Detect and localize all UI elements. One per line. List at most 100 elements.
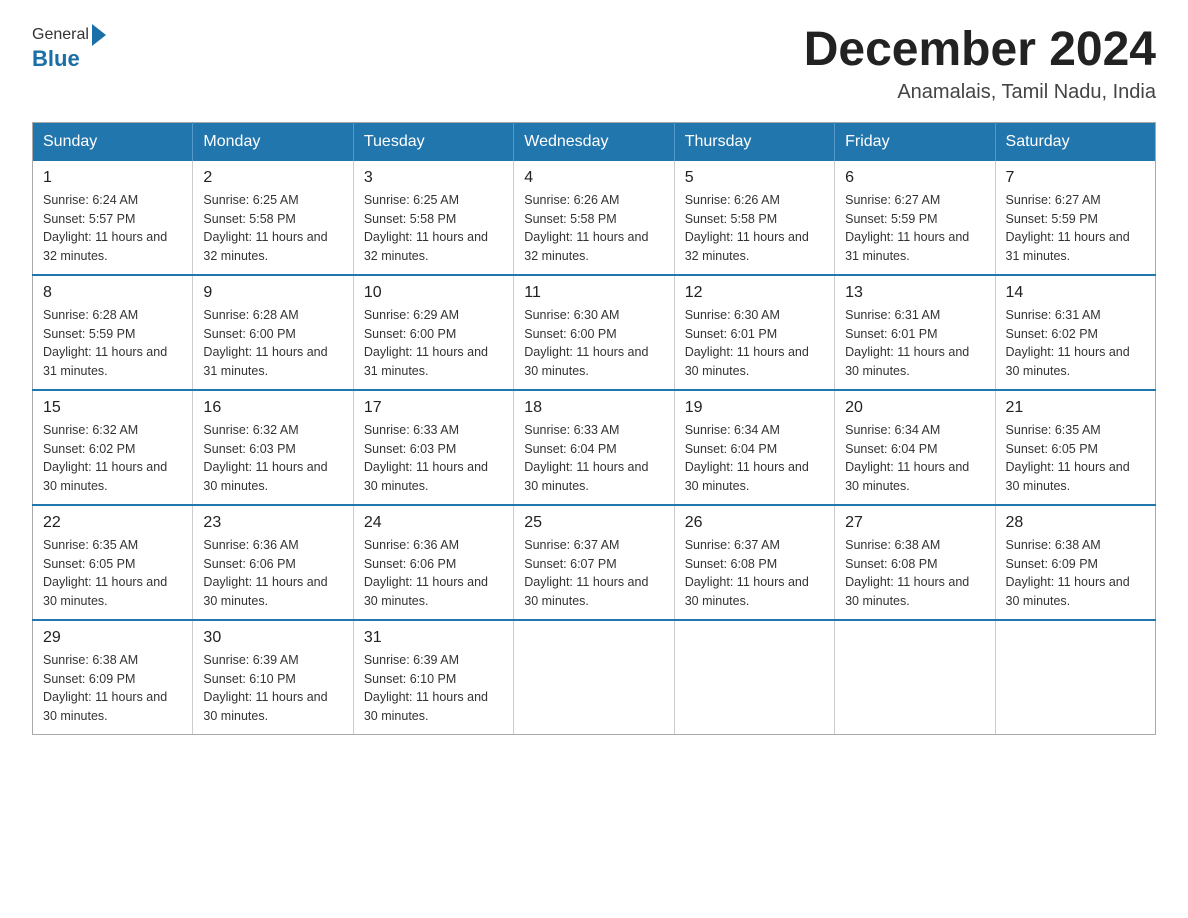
day-info: Sunrise: 6:25 AMSunset: 5:58 PMDaylight:… <box>203 191 342 266</box>
col-header-wednesday: Wednesday <box>514 122 674 161</box>
day-number: 1 <box>43 169 182 187</box>
day-number: 2 <box>203 169 342 187</box>
day-info: Sunrise: 6:26 AMSunset: 5:58 PMDaylight:… <box>685 191 824 266</box>
col-header-friday: Friday <box>835 122 995 161</box>
day-number: 20 <box>845 399 984 417</box>
day-info: Sunrise: 6:31 AMSunset: 6:01 PMDaylight:… <box>845 306 984 381</box>
calendar-cell: 2 Sunrise: 6:25 AMSunset: 5:58 PMDaylight… <box>193 161 353 275</box>
page-header: General Blue December 2024 Anamalais, Ta… <box>32 24 1156 104</box>
calendar-cell: 25Sunrise: 6:37 AMSunset: 6:07 PMDayligh… <box>514 505 674 620</box>
day-number: 14 <box>1006 284 1145 302</box>
calendar-cell: 24 Sunrise: 6:36 AMSunset: 6:06 PMDayligh… <box>353 505 513 620</box>
day-info: Sunrise: 6:36 AMSunset: 6:06 PMDaylight:… <box>203 536 342 611</box>
logo-general-text: General <box>32 26 89 44</box>
calendar-week-row: 1Sunrise: 6:24 AMSunset: 5:57 PMDaylight… <box>33 161 1156 275</box>
day-number: 3 <box>364 169 503 187</box>
col-header-tuesday: Tuesday <box>353 122 513 161</box>
calendar-cell: 6Sunrise: 6:27 AMSunset: 5:59 PMDaylight… <box>835 161 995 275</box>
col-header-thursday: Thursday <box>674 122 834 161</box>
calendar-cell <box>995 620 1155 735</box>
calendar-cell: 8 Sunrise: 6:28 AMSunset: 5:59 PMDaylight… <box>33 275 193 390</box>
calendar-cell: 18 Sunrise: 6:33 AMSunset: 6:04 PMDayligh… <box>514 390 674 505</box>
day-number: 15 <box>43 399 182 417</box>
day-info: Sunrise: 6:30 AMSunset: 6:01 PMDaylight:… <box>685 306 824 381</box>
day-number: 30 <box>203 629 342 647</box>
calendar-cell: 26 Sunrise: 6:37 AMSunset: 6:08 PMDayligh… <box>674 505 834 620</box>
calendar-cell: 13 Sunrise: 6:31 AMSunset: 6:01 PMDayligh… <box>835 275 995 390</box>
day-number: 9 <box>203 284 342 302</box>
day-number: 17 <box>364 399 503 417</box>
day-number: 16 <box>203 399 342 417</box>
calendar-cell <box>674 620 834 735</box>
day-info: Sunrise: 6:35 AMSunset: 6:05 PMDaylight:… <box>43 536 182 611</box>
day-info: Sunrise: 6:28 AMSunset: 6:00 PMDaylight:… <box>203 306 342 381</box>
calendar-cell: 14 Sunrise: 6:31 AMSunset: 6:02 PMDayligh… <box>995 275 1155 390</box>
day-number: 19 <box>685 399 824 417</box>
day-number: 8 <box>43 284 182 302</box>
col-header-saturday: Saturday <box>995 122 1155 161</box>
calendar-table: SundayMondayTuesdayWednesdayThursdayFrid… <box>32 122 1156 735</box>
calendar-week-row: 29Sunrise: 6:38 AMSunset: 6:09 PMDayligh… <box>33 620 1156 735</box>
day-number: 26 <box>685 514 824 532</box>
calendar-week-row: 8 Sunrise: 6:28 AMSunset: 5:59 PMDaylight… <box>33 275 1156 390</box>
day-info: Sunrise: 6:30 AMSunset: 6:00 PMDaylight:… <box>524 306 663 381</box>
calendar-cell: 28 Sunrise: 6:38 AMSunset: 6:09 PMDayligh… <box>995 505 1155 620</box>
calendar-cell: 1Sunrise: 6:24 AMSunset: 5:57 PMDaylight… <box>33 161 193 275</box>
calendar-cell: 10 Sunrise: 6:29 AMSunset: 6:00 PMDayligh… <box>353 275 513 390</box>
calendar-cell <box>514 620 674 735</box>
day-number: 18 <box>524 399 663 417</box>
day-info: Sunrise: 6:34 AMSunset: 6:04 PMDaylight:… <box>845 421 984 496</box>
calendar-cell: 11Sunrise: 6:30 AMSunset: 6:00 PMDayligh… <box>514 275 674 390</box>
day-number: 24 <box>364 514 503 532</box>
title-section: December 2024 Anamalais, Tamil Nadu, Ind… <box>804 24 1156 104</box>
day-info: Sunrise: 6:36 AMSunset: 6:06 PMDaylight:… <box>364 536 503 611</box>
day-info: Sunrise: 6:35 AMSunset: 6:05 PMDaylight:… <box>1006 421 1145 496</box>
day-info: Sunrise: 6:33 AMSunset: 6:03 PMDaylight:… <box>364 421 503 496</box>
calendar-cell: 5 Sunrise: 6:26 AMSunset: 5:58 PMDaylight… <box>674 161 834 275</box>
month-title: December 2024 <box>804 24 1156 77</box>
day-number: 7 <box>1006 169 1145 187</box>
day-info: Sunrise: 6:38 AMSunset: 6:08 PMDaylight:… <box>845 536 984 611</box>
col-header-monday: Monday <box>193 122 353 161</box>
day-info: Sunrise: 6:29 AMSunset: 6:00 PMDaylight:… <box>364 306 503 381</box>
day-number: 28 <box>1006 514 1145 532</box>
day-info: Sunrise: 6:33 AMSunset: 6:04 PMDaylight:… <box>524 421 663 496</box>
calendar-week-row: 15 Sunrise: 6:32 AMSunset: 6:02 PMDayligh… <box>33 390 1156 505</box>
day-info: Sunrise: 6:31 AMSunset: 6:02 PMDaylight:… <box>1006 306 1145 381</box>
day-number: 12 <box>685 284 824 302</box>
calendar-cell: 4Sunrise: 6:26 AMSunset: 5:58 PMDaylight… <box>514 161 674 275</box>
day-info: Sunrise: 6:38 AMSunset: 6:09 PMDaylight:… <box>1006 536 1145 611</box>
calendar-cell: 17 Sunrise: 6:33 AMSunset: 6:03 PMDayligh… <box>353 390 513 505</box>
day-info: Sunrise: 6:32 AMSunset: 6:02 PMDaylight:… <box>43 421 182 496</box>
day-info: Sunrise: 6:37 AMSunset: 6:08 PMDaylight:… <box>685 536 824 611</box>
calendar-cell: 21 Sunrise: 6:35 AMSunset: 6:05 PMDayligh… <box>995 390 1155 505</box>
day-number: 4 <box>524 169 663 187</box>
day-info: Sunrise: 6:28 AMSunset: 5:59 PMDaylight:… <box>43 306 182 381</box>
calendar-cell: 30 Sunrise: 6:39 AMSunset: 6:10 PMDayligh… <box>193 620 353 735</box>
day-number: 13 <box>845 284 984 302</box>
calendar-cell: 23Sunrise: 6:36 AMSunset: 6:06 PMDayligh… <box>193 505 353 620</box>
location-text: Anamalais, Tamil Nadu, India <box>804 81 1156 104</box>
day-number: 27 <box>845 514 984 532</box>
day-number: 22 <box>43 514 182 532</box>
day-number: 29 <box>43 629 182 647</box>
logo: General Blue <box>32 24 106 72</box>
calendar-week-row: 22 Sunrise: 6:35 AMSunset: 6:05 PMDayligh… <box>33 505 1156 620</box>
calendar-cell: 9 Sunrise: 6:28 AMSunset: 6:00 PMDaylight… <box>193 275 353 390</box>
day-info: Sunrise: 6:39 AMSunset: 6:10 PMDaylight:… <box>364 651 503 726</box>
day-number: 21 <box>1006 399 1145 417</box>
day-number: 10 <box>364 284 503 302</box>
day-number: 25 <box>524 514 663 532</box>
calendar-cell: 22 Sunrise: 6:35 AMSunset: 6:05 PMDayligh… <box>33 505 193 620</box>
calendar-cell: 31 Sunrise: 6:39 AMSunset: 6:10 PMDayligh… <box>353 620 513 735</box>
day-number: 31 <box>364 629 503 647</box>
day-info: Sunrise: 6:25 AMSunset: 5:58 PMDaylight:… <box>364 191 503 266</box>
col-header-sunday: Sunday <box>33 122 193 161</box>
day-info: Sunrise: 6:27 AMSunset: 5:59 PMDaylight:… <box>1006 191 1145 266</box>
calendar-cell: 15 Sunrise: 6:32 AMSunset: 6:02 PMDayligh… <box>33 390 193 505</box>
day-info: Sunrise: 6:27 AMSunset: 5:59 PMDaylight:… <box>845 191 984 266</box>
calendar-cell: 7 Sunrise: 6:27 AMSunset: 5:59 PMDaylight… <box>995 161 1155 275</box>
logo-arrow-icon <box>92 24 106 46</box>
day-number: 5 <box>685 169 824 187</box>
day-info: Sunrise: 6:39 AMSunset: 6:10 PMDaylight:… <box>203 651 342 726</box>
